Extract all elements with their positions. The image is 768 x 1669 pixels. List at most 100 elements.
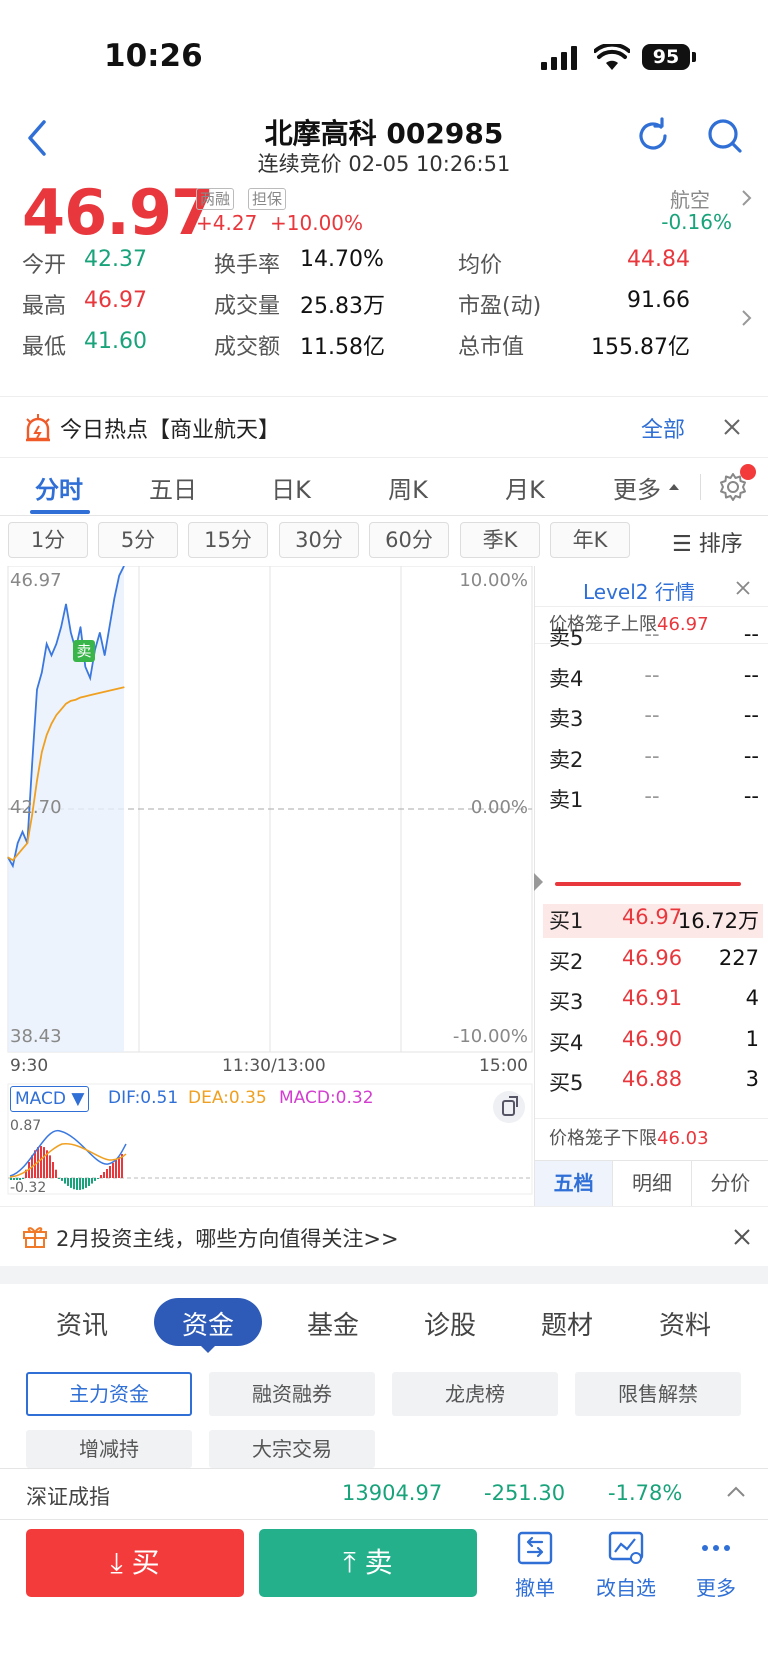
sub-margin[interactable]: 融资融券 xyxy=(209,1372,375,1416)
tab-profile[interactable]: 资料 xyxy=(635,1305,735,1342)
y-axis-bottom: 38.43 xyxy=(10,1026,62,1047)
period-year-k[interactable]: 年K xyxy=(550,522,630,558)
hot-topic-bar[interactable]: 今日热点【商业航天】 全部 xyxy=(0,396,768,458)
battery-cap xyxy=(692,52,696,62)
time-end: 15:00 xyxy=(479,1056,528,1076)
close-icon[interactable] xyxy=(722,417,742,437)
average-point xyxy=(75,699,77,701)
cancel-order-button[interactable]: 撤单 xyxy=(500,1530,570,1601)
bid-row[interactable]: 买2 46.96 227 xyxy=(549,942,759,978)
level-volume: -- xyxy=(743,622,759,646)
macd-bar xyxy=(58,1178,60,1179)
level-label: 买5 xyxy=(549,1071,584,1095)
macd-bar xyxy=(70,1178,72,1188)
level-price: -- xyxy=(644,622,660,646)
tab-news[interactable]: 资讯 xyxy=(32,1305,132,1342)
index-name: 深证成指 xyxy=(26,1485,110,1509)
period-5min[interactable]: 5分 xyxy=(98,522,178,558)
current-price: 46.97 xyxy=(22,176,214,249)
pct-axis-bottom: -10.00% xyxy=(452,1026,528,1047)
dea-line xyxy=(9,1143,127,1178)
bid-row[interactable]: 买5 46.88 3 xyxy=(549,1063,759,1099)
sub-dragon-tiger[interactable]: 龙虎榜 xyxy=(392,1372,558,1416)
sort-button[interactable]: ☰ 排序 xyxy=(672,526,743,558)
period-15min[interactable]: 15分 xyxy=(188,522,268,558)
macd-bar xyxy=(22,1178,24,1179)
tab-week-k[interactable]: 周K xyxy=(377,470,439,505)
stat-label: 最低 xyxy=(22,335,67,360)
ask-row[interactable]: 卖1 -- -- xyxy=(549,780,759,816)
ask-row[interactable]: 卖2 -- -- xyxy=(549,740,759,776)
battery-icon: 95 xyxy=(642,44,690,70)
macd-bar xyxy=(49,1155,51,1178)
edit-watchlist-button[interactable]: 改自选 xyxy=(591,1530,661,1601)
stat-value: 155.87亿 xyxy=(591,335,690,360)
pct-axis-mid: 0.00% xyxy=(470,797,528,818)
refresh-icon[interactable] xyxy=(634,117,672,155)
chevron-right-icon[interactable] xyxy=(740,188,754,208)
tab-detail[interactable]: 明细 xyxy=(612,1161,690,1206)
macd-bar xyxy=(40,1146,42,1178)
close-icon[interactable] xyxy=(735,580,751,596)
level-price: 46.96 xyxy=(621,945,683,970)
ask-row[interactable]: 卖4 -- -- xyxy=(549,659,759,695)
level2-title[interactable]: Level2 行情 xyxy=(583,576,695,605)
ask-row[interactable]: 卖5 -- -- xyxy=(549,618,759,654)
price-point xyxy=(60,626,62,628)
sub-main-funds[interactable]: 主力资金 xyxy=(26,1372,192,1416)
triangle-right-icon xyxy=(534,873,543,891)
period-1min[interactable]: 1分 xyxy=(8,522,88,558)
sell-button[interactable]: ⤒ 卖 xyxy=(259,1529,477,1597)
sub-unlock[interactable]: 限售解禁 xyxy=(575,1372,741,1416)
index-ticker[interactable]: 深证成指 13904.97 -251.30 -1.78% xyxy=(0,1468,768,1520)
chevron-up-icon[interactable] xyxy=(726,1485,746,1499)
wifi-icon xyxy=(594,44,630,70)
period-30min[interactable]: 30分 xyxy=(279,522,359,558)
chevron-right-icon[interactable] xyxy=(740,308,754,328)
promo-bar[interactable]: 2月投资主线，哪些方向值得关注>> xyxy=(0,1206,768,1266)
bid-row[interactable]: 买3 46.91 4 xyxy=(549,982,759,1018)
tab-day-k[interactable]: 日K xyxy=(260,470,322,505)
ask-row[interactable]: 卖3 -- -- xyxy=(549,699,759,735)
tab-theme[interactable]: 题材 xyxy=(517,1305,617,1342)
buy-button[interactable]: ⤓ 买 xyxy=(26,1529,244,1597)
tab-diagnosis[interactable]: 诊股 xyxy=(400,1305,500,1342)
tab-five-level[interactable]: 五档 xyxy=(535,1161,613,1206)
search-icon[interactable] xyxy=(706,117,744,155)
macd-bar xyxy=(79,1178,81,1190)
average-point xyxy=(41,751,43,753)
sub-block-trade[interactable]: 大宗交易 xyxy=(209,1430,375,1468)
bid-row[interactable]: 买4 46.90 1 xyxy=(549,1023,759,1059)
tab-five-day[interactable]: 五日 xyxy=(142,470,204,505)
period-quarter-k[interactable]: 季K xyxy=(460,522,540,558)
level-label: 卖2 xyxy=(549,747,584,772)
tab-more[interactable]: 更多 xyxy=(606,470,668,505)
more-button[interactable]: 更多 xyxy=(681,1530,751,1601)
average-point xyxy=(21,848,24,850)
stat-label: 今开 xyxy=(22,253,67,278)
menu-icon: ☰ xyxy=(672,532,692,557)
tab-intraday[interactable]: 分时 xyxy=(28,470,90,505)
tab-month-k[interactable]: 月K xyxy=(494,470,556,505)
period-60min[interactable]: 60分 xyxy=(369,522,449,558)
price-point xyxy=(41,671,43,674)
indicator-select[interactable]: MACD ▼ xyxy=(10,1086,90,1112)
intraday-chart[interactable]: 46.97 42.70 38.43 10.00% 0.00% -10.00% 9… xyxy=(0,565,534,1206)
hot-all-link[interactable]: 全部 xyxy=(641,412,685,444)
y-axis-mid: 42.70 xyxy=(10,797,62,818)
bid-row[interactable]: 买1 46.97 16.72万 xyxy=(549,901,759,937)
notification-dot xyxy=(740,464,756,480)
price-point xyxy=(31,762,33,765)
order-book: Level2 行情 价格笼子上限46.97 卖5 -- -- 卖4 -- -- 卖3 -- --… xyxy=(534,566,768,1206)
tab-funds[interactable]: 资金 xyxy=(158,1305,258,1342)
sector-name[interactable]: 航空 xyxy=(670,184,710,213)
caret-up-icon[interactable] xyxy=(668,482,680,492)
tab-fund[interactable]: 基金 xyxy=(283,1305,383,1342)
average-point xyxy=(79,696,82,699)
rotate-screen-icon[interactable] xyxy=(492,1090,526,1124)
sub-holding-change[interactable]: 增减持 xyxy=(26,1430,192,1468)
price-point xyxy=(89,677,91,679)
sell-marker[interactable]: 卖 xyxy=(73,640,95,662)
close-icon[interactable] xyxy=(732,1227,752,1247)
tab-price-dist[interactable]: 分价 xyxy=(690,1161,768,1206)
